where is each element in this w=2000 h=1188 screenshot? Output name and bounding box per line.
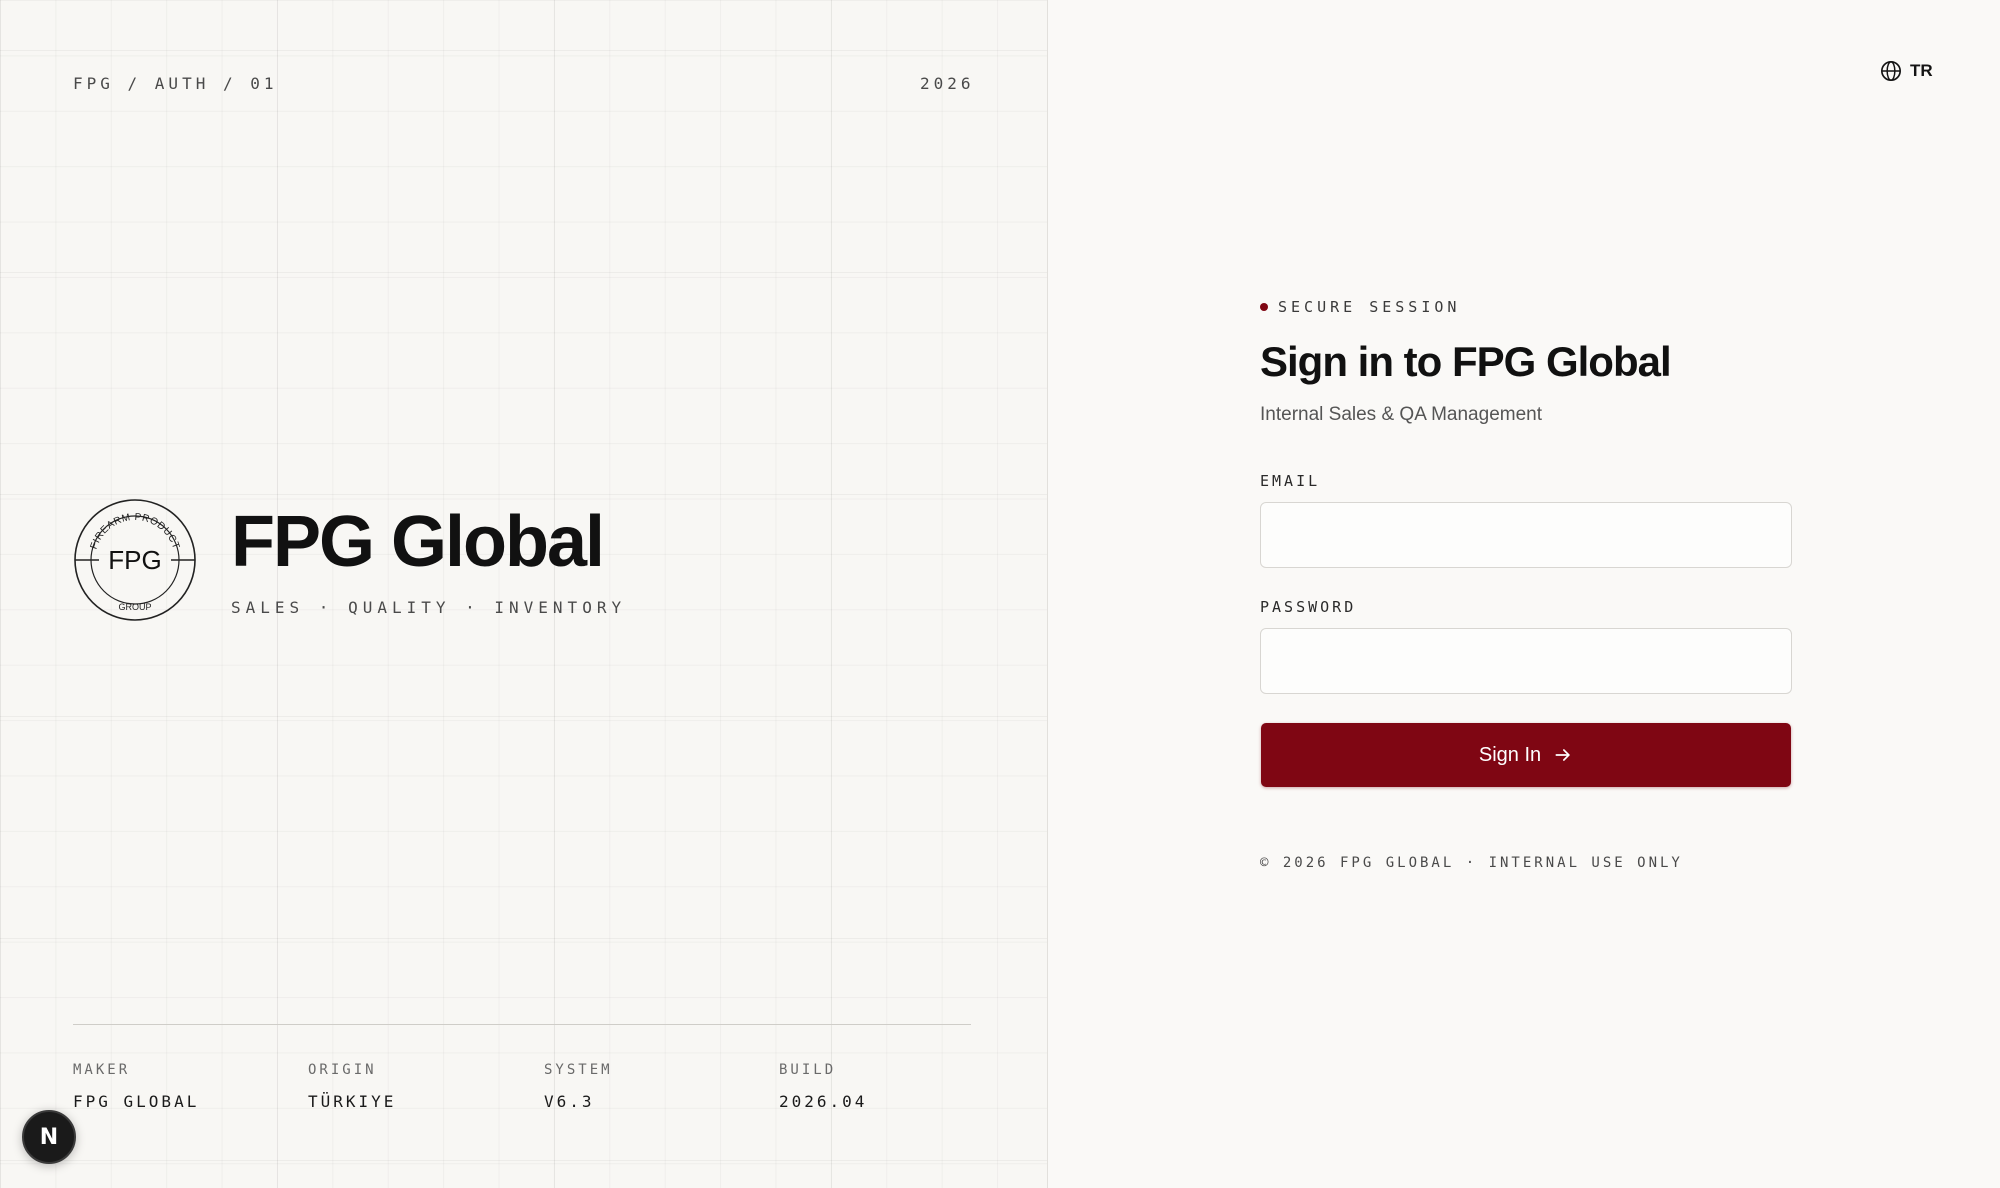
meta-label: SYSTEM: [544, 1062, 613, 1078]
secure-session-label: SECURE SESSION: [1278, 298, 1461, 316]
secure-session-indicator: SECURE SESSION: [1260, 298, 1792, 316]
arrow-right-icon: [1555, 749, 1570, 761]
company-seal-logo: FIREARM PRODUCT FPG GROUP: [74, 499, 196, 621]
password-label: PASSWORD: [1260, 598, 1357, 616]
meta-maker: MAKER FPG GLOBAL: [73, 1062, 199, 1111]
sign-in-label: Sign In: [1478, 743, 1542, 766]
meta-build: BUILD 2026.04: [779, 1062, 867, 1111]
dev-tools-badge[interactable]: N: [22, 1110, 76, 1164]
globe-icon: [1881, 61, 1901, 81]
sign-in-button[interactable]: Sign In: [1261, 723, 1791, 787]
brand-panel: FPG / AUTH / 01 2026 FIREARM PRODUCT FPG…: [0, 0, 1048, 1188]
email-label: EMAIL: [1260, 472, 1321, 490]
year-label: 2026: [920, 74, 975, 93]
seal-center-text: FPG: [108, 545, 161, 575]
meta-value: FPG GLOBAL: [73, 1092, 200, 1111]
divider: [73, 1024, 971, 1025]
meta-value: 2026.04: [779, 1092, 868, 1111]
meta-label: MAKER: [73, 1062, 131, 1078]
breadcrumb: FPG / AUTH / 01: [73, 74, 278, 93]
password-field[interactable]: [1260, 628, 1792, 694]
page-subtitle: Internal Sales & QA Management: [1260, 404, 1542, 425]
signin-form: SECURE SESSION Sign in to FPG Global Int…: [1260, 298, 1792, 871]
meta-origin: ORIGIN TÜRKIYE: [308, 1062, 396, 1111]
seal-bottom-text: GROUP: [118, 602, 151, 612]
meta-label: BUILD: [779, 1062, 837, 1078]
brand-text: FPG Global SALES · QUALITY · INVENTORY: [231, 502, 626, 617]
brand-title: FPG Global: [231, 502, 605, 582]
page-title: Sign in to FPG Global: [1260, 338, 1672, 385]
language-switcher[interactable]: TR: [1880, 60, 1933, 82]
meta-label: ORIGIN: [308, 1062, 377, 1078]
meta-value: TÜRKIYE: [308, 1092, 397, 1111]
email-field[interactable]: [1260, 502, 1792, 568]
brand-block: FIREARM PRODUCT FPG GROUP FPG Global SAL…: [73, 498, 626, 622]
meta-value: V6.3: [544, 1092, 595, 1111]
brand-subtitle: SALES · QUALITY · INVENTORY: [231, 598, 627, 617]
status-dot-icon: [1260, 303, 1268, 311]
login-page: FPG / AUTH / 01 2026 FIREARM PRODUCT FPG…: [0, 0, 2000, 1188]
language-label: TR: [1910, 61, 1933, 80]
footer-note: © 2026 FPG GLOBAL · INTERNAL USE ONLY: [1260, 855, 1683, 871]
meta-system: SYSTEM V6.3: [544, 1062, 613, 1111]
